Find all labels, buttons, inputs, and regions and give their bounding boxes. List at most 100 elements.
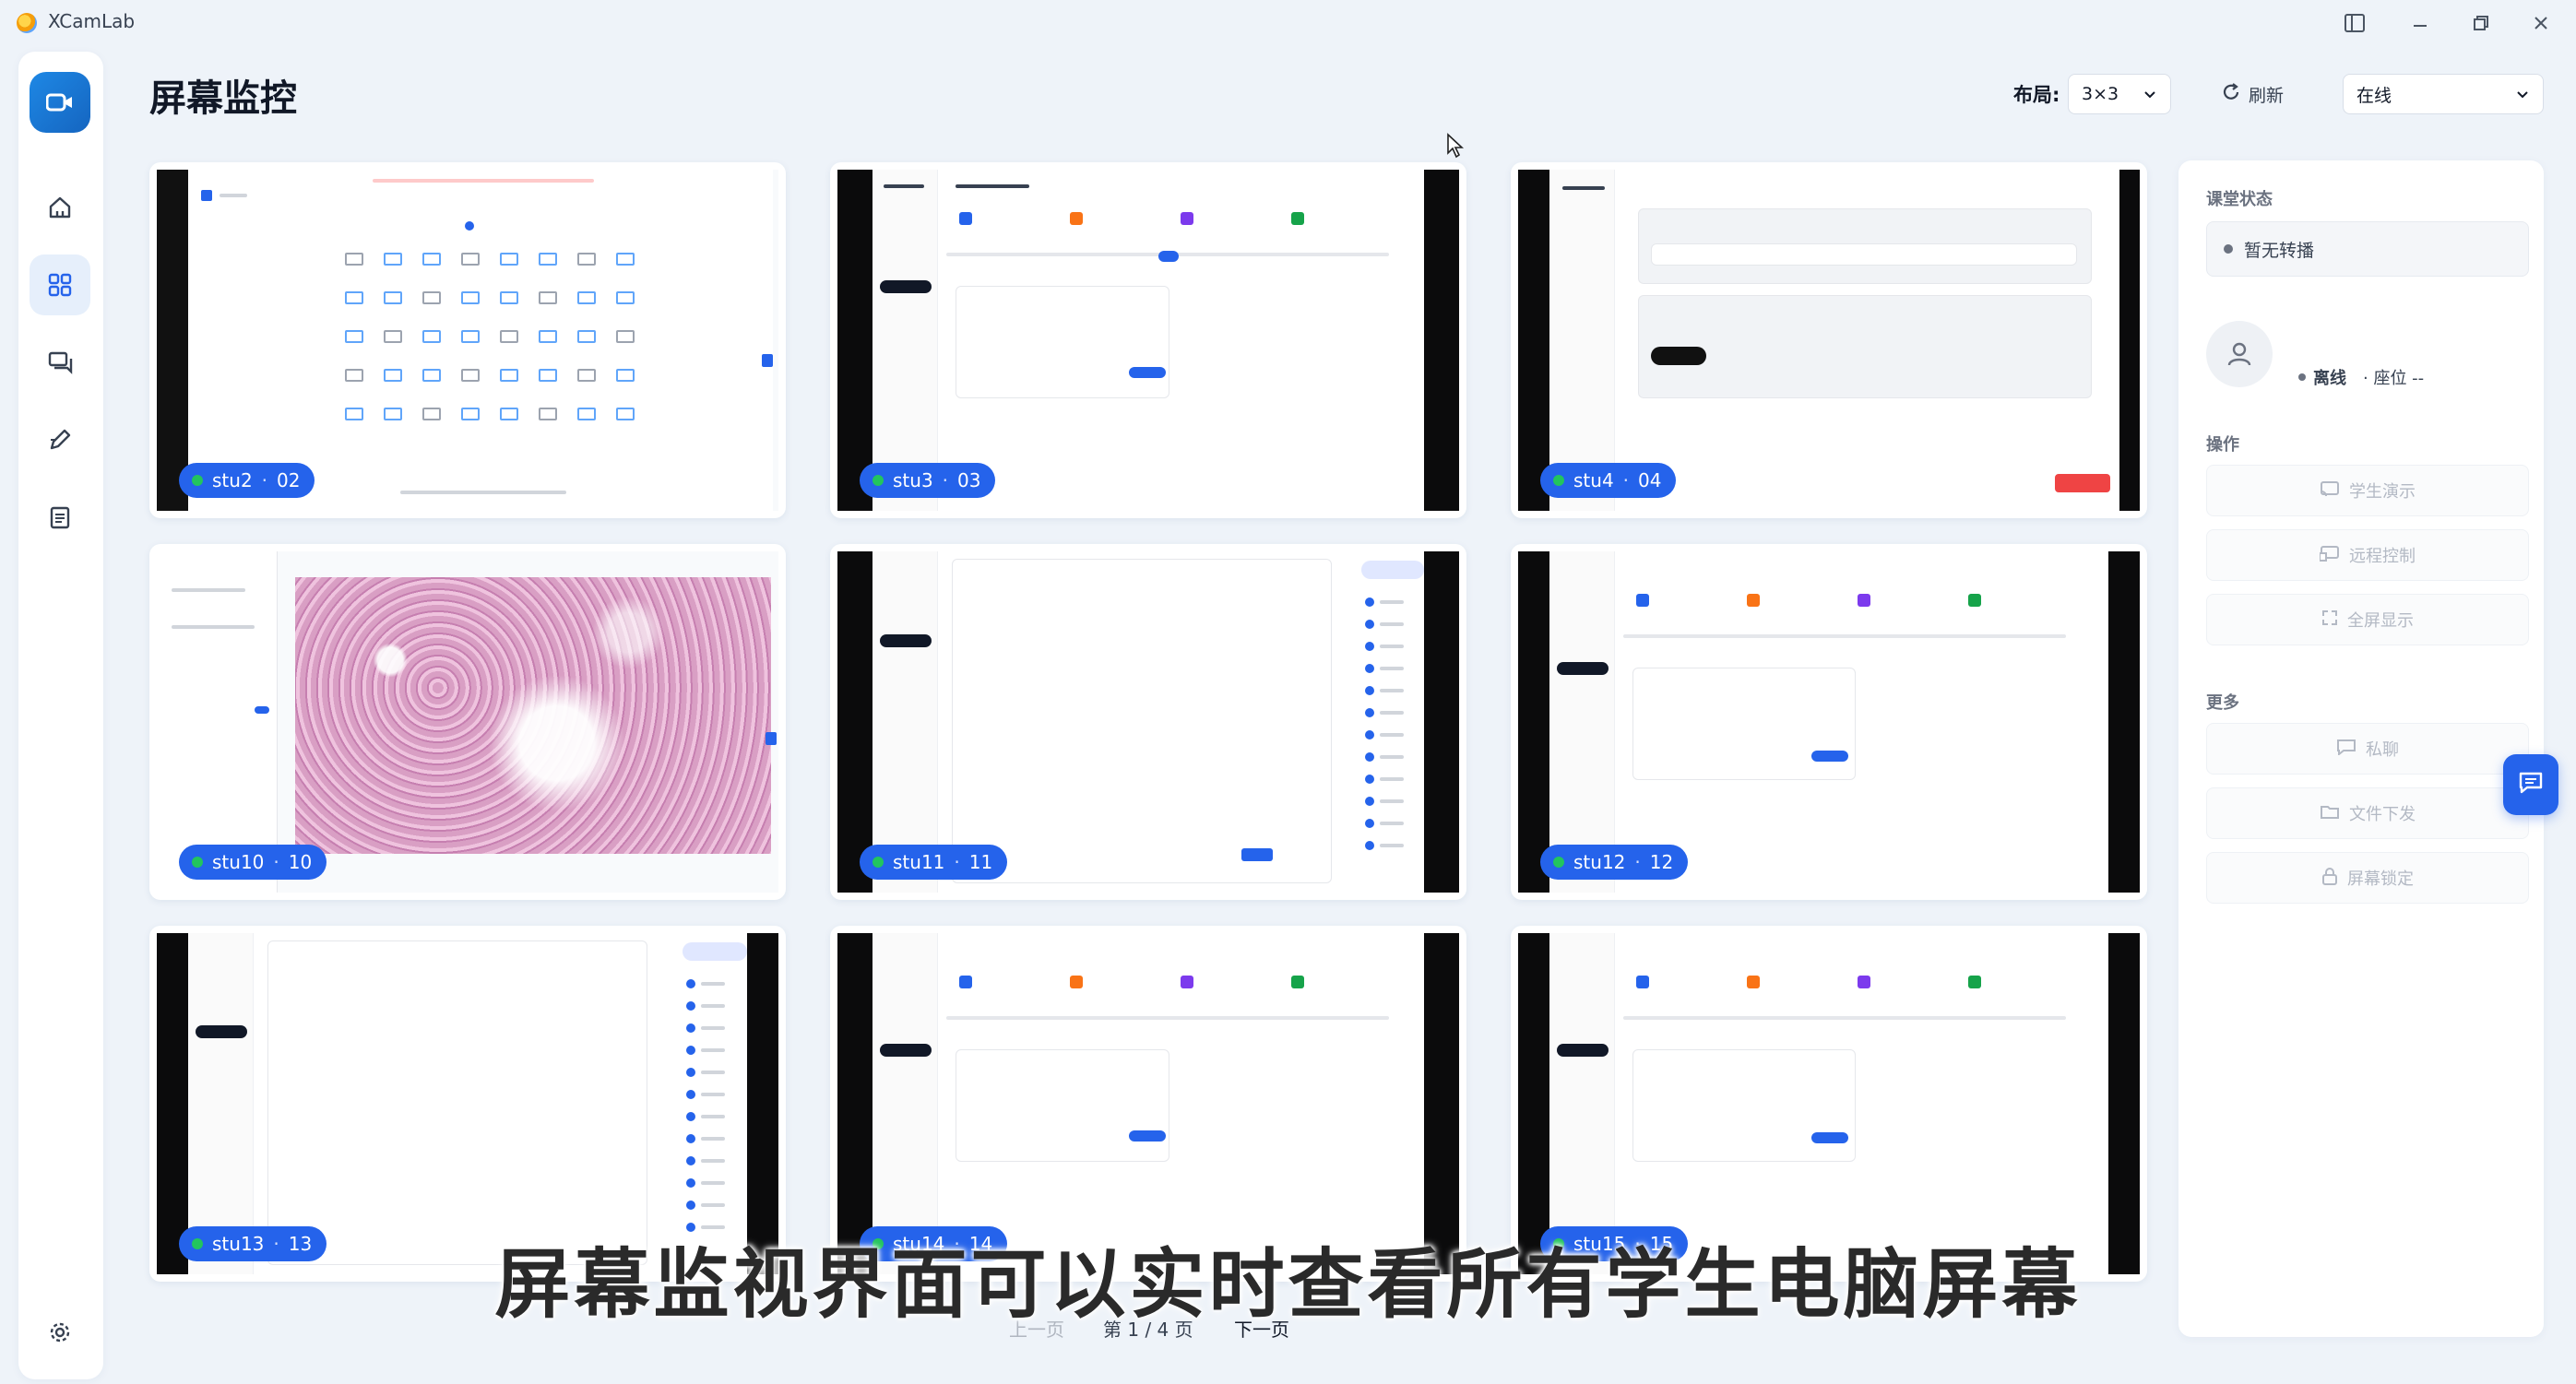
mouse-cursor-icon [1446,133,1465,162]
student-screen-tile[interactable]: stu4 · 04 [1511,162,2147,518]
member-avatar-icon [1365,752,1374,762]
student-screen-tile[interactable]: stu2 · 02 [149,162,786,518]
member-avatar-icon [1365,841,1374,850]
student-name: stu3 [893,469,933,491]
remote-control-button[interactable]: 远程控制 [2206,529,2529,581]
seat-monitor-icon [577,291,596,304]
student-name: stu4 [1573,469,1614,491]
seat-monitor-icon [500,369,518,382]
screen-lock-button[interactable]: 屏幕锁定 [2206,852,2529,904]
grid-monitor-icon[interactable] [30,254,90,315]
seat-monitor-icon [422,408,441,420]
seat-monitor-icon [461,253,480,266]
cast-icon [2320,480,2340,502]
online-dot [1553,475,1564,486]
student-label: stu10 · 10 [179,845,327,880]
student-label: stu4 · 04 [1540,463,1677,498]
member-name-line [701,1004,725,1008]
seat-monitor-icon [616,369,635,382]
student-status-row: 离线 · 座位 -- [2298,365,2424,389]
screen-thumbnail [837,551,1459,893]
fullscreen-icon [2321,609,2338,631]
file-distribute-button[interactable]: 文件下发 [2206,787,2529,839]
student-screen-tile[interactable]: stu12 · 12 [1511,544,2147,900]
screen-thumbnail [157,170,778,511]
floating-chat-button[interactable] [2503,754,2558,815]
member-name-line [1380,822,1404,825]
seat-monitor-icon [384,330,402,343]
seat-monitor-icon [345,330,363,343]
member-name-line [1380,777,1404,781]
member-avatar-icon [1365,597,1374,607]
screen-thumbnail [1518,551,2140,893]
refresh-label: 刷新 [2249,85,2285,106]
student-screen-tile[interactable]: stu11 · 11 [830,544,1466,900]
student-screen-tile[interactable]: stu10 · 10 [149,544,786,900]
seat-monitor-icon [577,369,596,382]
status-filter-value: 在线 [2356,85,2392,106]
member-avatar-icon [686,1090,695,1099]
seat-monitor-icon [539,330,557,343]
student-demo-button[interactable]: 学生演示 [2206,465,2529,516]
member-avatar-icon [686,1068,695,1077]
fullscreen-button[interactable]: 全屏显示 [2206,594,2529,645]
lock-icon [2321,867,2338,890]
screen-thumbnail [1518,170,2140,511]
member-name-line [1380,689,1404,692]
member-name-line [701,1026,725,1030]
student-detail-panel: 课堂状态 暂无转播 离线 · 座位 -- 操作 学生演示 远程控制 全屏显示 更… [2178,160,2544,1337]
seat-monitor-icon [577,408,596,420]
class-status-title: 课堂状态 [2206,190,2273,209]
student-name: stu11 [893,851,945,873]
close-icon[interactable] [2523,7,2559,39]
status-filter-select[interactable]: 在线 [2343,74,2544,114]
online-dot [873,857,884,868]
offline-dot [2298,373,2306,381]
member-name-line [1380,799,1404,803]
app-name: XCamLab [48,10,136,32]
video-subtitle: 屏幕监视界面可以实时查看所有学生电脑屏幕 [494,1241,2082,1329]
minimize-icon[interactable] [2402,7,2439,39]
home-icon[interactable] [30,177,90,238]
class-status-box: 暂无转播 [2206,221,2529,277]
remote-screen-icon [2319,545,2340,566]
student-seat: 10 [288,851,313,873]
member-avatar-icon [1365,775,1374,784]
member-avatar-icon [686,1023,695,1033]
member-avatar-icon [1365,797,1374,806]
message-icon [2336,739,2356,760]
chat-icon[interactable] [30,332,90,393]
seat-monitor-icon [422,291,441,304]
online-dot [873,475,884,486]
member-name-line [1380,600,1404,604]
member-avatar-icon [686,1046,695,1055]
seat-monitor-icon [500,408,518,420]
member-name-line [701,1071,725,1074]
seat-info: · 座位 -- [2363,369,2425,388]
seat-monitor-icon [616,291,635,304]
sidebar [18,52,103,1379]
student-screen-tile[interactable]: stu3 · 03 [830,162,1466,518]
seat-monitor-icon [345,408,363,420]
edit-pen-icon[interactable] [30,409,90,470]
chevron-down-icon [2143,86,2157,106]
student-seat: 12 [1649,851,1674,873]
restore-icon[interactable] [2463,7,2499,39]
seat-monitor-icon [384,369,402,382]
member-avatar-icon [1365,620,1374,629]
student-label: stu2 · 02 [179,463,315,498]
seat-monitor-icon [500,253,518,266]
member-avatar-icon [1365,708,1374,717]
clipboard-icon[interactable] [30,487,90,548]
member-name-line [1380,844,1404,847]
member-avatar-icon [686,1156,695,1165]
layout-select[interactable]: 3×3 [2068,74,2171,114]
app-logo-icon [17,13,37,33]
sidebar-toggle-icon[interactable] [2336,7,2373,39]
layout-label: 布局: [2013,84,2060,106]
camera-logo-icon[interactable] [30,72,90,133]
member-avatar-icon [1365,819,1374,828]
refresh-button[interactable]: 刷新 [2221,74,2284,114]
private-chat-button[interactable]: 私聊 [2206,723,2529,775]
member-name-line [701,982,725,986]
